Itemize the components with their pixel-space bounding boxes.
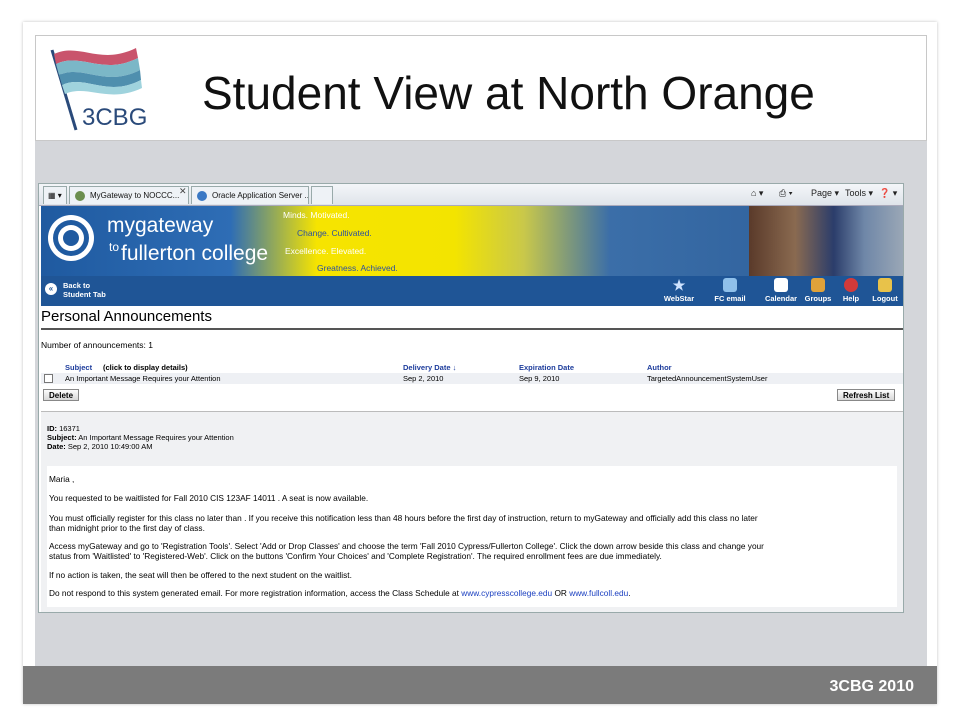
back-arrow-icon[interactable]: « <box>45 283 57 295</box>
message-body <box>47 466 897 607</box>
message-paragraph: Access myGateway and go to 'Registration… <box>49 541 764 551</box>
logo-text: 3CBG <box>82 104 148 131</box>
fullcoll-link[interactable]: www.fullcoll.edu <box>569 588 628 598</box>
col-subject-hint: (click to display details) <box>103 363 188 372</box>
message-paragraph: If no action is taken, the seat will the… <box>49 570 352 580</box>
motto-line: Greatness. Achieved. <box>317 263 398 273</box>
page-icon <box>75 191 85 201</box>
message-paragraph: You must officially register for this cl… <box>49 513 758 523</box>
site-nav-bar: « Back to Student Tab ★ WebStar FC email… <box>41 276 903 306</box>
close-tab-icon[interactable]: ✕ <box>179 186 187 197</box>
message-paragraph: You requested to be waitlisted for Fall … <box>49 493 369 503</box>
message-paragraph: Do not respond to this system generated … <box>49 588 631 598</box>
help-menu-icon[interactable]: ❓ ▾ <box>879 188 897 199</box>
nav-webstar[interactable]: ★ WebStar <box>659 278 699 303</box>
lock-icon <box>878 278 892 292</box>
email-icon <box>723 278 737 292</box>
home-icon[interactable]: ⌂ ▾ <box>751 188 763 199</box>
tab-list-button[interactable]: ▦ ▾ <box>43 186 67 204</box>
slide-title: Student View at North Orange <box>202 67 815 119</box>
nav-groups[interactable]: Groups <box>801 278 835 303</box>
brand-mygateway: mygateway <box>107 214 214 237</box>
page-menu[interactable]: Page ▾ <box>811 188 839 199</box>
nav-fc-email[interactable]: FC email <box>709 278 751 303</box>
message-greeting: Maria , <box>49 474 75 484</box>
browser-tab-bar: ▦ ▾ MyGateway to NOCCC... ✕ Oracle Appli… <box>39 184 903 206</box>
announcement-count: Number of announcements: 1 <box>41 340 153 350</box>
nav-logout[interactable]: Logout <box>869 278 901 303</box>
tab-label: Oracle Application Server ... <box>212 191 309 200</box>
brand-fullerton: fullerton college <box>121 242 269 265</box>
brand-to: to <box>109 240 120 254</box>
row-author: TargetedAnnouncementSystemUser <box>647 374 768 383</box>
row-expiration: Sep 9, 2010 <box>519 374 560 383</box>
row-checkbox[interactable] <box>44 374 53 383</box>
col-delivery-date[interactable]: Delivery Date ↓ <box>403 363 456 372</box>
col-expiration-date[interactable]: Expiration Date <box>519 363 574 372</box>
back-to-student-tab[interactable]: Back to Student Tab <box>63 281 106 299</box>
refresh-list-button[interactable]: Refresh List <box>837 389 896 401</box>
message-paragraph: status from 'Waitlisted' to 'Registered-… <box>49 551 662 561</box>
row-subject[interactable]: An Important Message Requires your Atten… <box>65 374 221 383</box>
browser-screenshot: ▦ ▾ MyGateway to NOCCC... ✕ Oracle Appli… <box>38 183 904 613</box>
row-delivery: Sep 2, 2010 <box>403 374 444 383</box>
motto-line: Change. Cultivated. <box>297 228 372 238</box>
motto-line: Minds. Motivated. <box>283 210 350 220</box>
motto-line: Excellence. Elevated. <box>285 246 367 256</box>
cypress-link[interactable]: www.cypresscollege.edu <box>461 588 552 598</box>
site-banner: mygateway to fullerton college Minds. Mo… <box>41 206 903 276</box>
col-author[interactable]: Author <box>647 363 672 372</box>
print-icon[interactable]: ⎙ ▾ <box>779 188 792 199</box>
groups-icon <box>811 278 825 292</box>
ie-icon <box>197 191 207 201</box>
tools-menu[interactable]: Tools ▾ <box>845 188 873 199</box>
mygateway-logo-icon <box>48 215 94 261</box>
tab-oracle[interactable]: Oracle Application Server ... <box>191 186 309 204</box>
students-photo <box>749 206 903 276</box>
bottom-band <box>23 666 937 704</box>
detail-meta: ID: 16371 Subject: An Important Message … <box>47 424 234 451</box>
new-tab-button[interactable] <box>311 186 333 204</box>
help-icon <box>844 278 858 292</box>
page-heading: Personal Announcements <box>41 306 903 330</box>
message-paragraph: than midnight prior to the first day of … <box>49 523 205 533</box>
tab-mygateway[interactable]: MyGateway to NOCCC... <box>69 186 189 204</box>
nav-help[interactable]: Help <box>839 278 863 303</box>
star-icon: ★ <box>672 277 686 293</box>
footer-text: 3CBG 2010 <box>829 678 915 695</box>
calendar-icon <box>774 278 788 292</box>
tab-label: MyGateway to NOCCC... <box>90 191 180 200</box>
nav-calendar[interactable]: Calendar <box>761 278 801 303</box>
delete-button[interactable]: Delete <box>43 389 80 401</box>
col-subject[interactable]: Subject <box>65 363 92 372</box>
